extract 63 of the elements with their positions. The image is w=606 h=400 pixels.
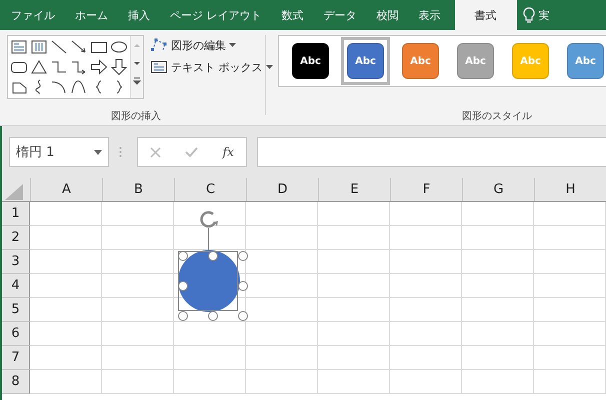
- row-header[interactable]: 6: [2, 322, 30, 346]
- dropdown-caret-icon: [94, 150, 102, 154]
- tell-me-field[interactable]: 実: [536, 8, 552, 22]
- right-arrow-icon[interactable]: [90, 58, 108, 76]
- row-header[interactable]: 5: [2, 298, 30, 322]
- group-label: 図形のスタイル: [462, 110, 532, 123]
- style-option[interactable]: Abc: [341, 37, 390, 85]
- text-box-button[interactable]: テキスト ボックス: [171, 60, 262, 74]
- ribbon-tab[interactable]: ページ レイアウト: [160, 0, 272, 30]
- down-arrow-icon[interactable]: [110, 58, 128, 76]
- caret-icon: [266, 65, 272, 69]
- style-swatch: Abc: [347, 43, 384, 79]
- resize-handle[interactable]: [178, 311, 188, 321]
- style-swatch: Abc: [292, 43, 329, 79]
- rotation-line: [208, 228, 209, 250]
- ribbon-tab[interactable]: 挿入: [118, 0, 160, 30]
- ribbon-tab[interactable]: ファイル: [1, 0, 65, 30]
- row-header[interactable]: 8: [2, 370, 30, 394]
- textbox-icon[interactable]: [10, 38, 28, 56]
- ribbon-tab[interactable]: 数式: [272, 0, 314, 30]
- style-option[interactable]: Abc: [286, 37, 335, 85]
- triangle-icon[interactable]: [30, 58, 48, 76]
- group-label: 図形の挿入: [111, 110, 161, 123]
- ribbon-tab[interactable]: データ: [314, 0, 366, 30]
- column-header[interactable]: G: [463, 178, 535, 201]
- formula-input[interactable]: [257, 137, 606, 167]
- resize-handle[interactable]: [238, 251, 248, 261]
- row-header[interactable]: 2: [2, 226, 30, 250]
- lightbulb-icon: [522, 7, 534, 23]
- checkmark-icon[interactable]: [185, 147, 198, 157]
- style-swatch: Abc: [567, 43, 604, 79]
- rotate-handle-icon[interactable]: [199, 210, 219, 228]
- ribbon-tab[interactable]: 表示: [408, 0, 450, 30]
- column-header[interactable]: D: [247, 178, 319, 201]
- row-header[interactable]: 1: [2, 202, 30, 226]
- curve-icon[interactable]: [70, 78, 88, 96]
- row-header[interactable]: 3: [2, 250, 30, 274]
- ribbon-tab[interactable]: ホーム: [65, 0, 118, 30]
- grip-icon: [119, 146, 122, 158]
- caret-icon: [229, 43, 236, 47]
- column-header[interactable]: B: [103, 178, 175, 201]
- column-header[interactable]: A: [31, 178, 103, 201]
- row-header[interactable]: 7: [2, 346, 30, 370]
- column-header[interactable]: H: [535, 178, 606, 201]
- style-swatch: Abc: [512, 43, 549, 79]
- edit-points-icon: [150, 37, 168, 53]
- ribbon-tab[interactable]: 書式: [454, 0, 516, 30]
- resize-handle[interactable]: [208, 311, 218, 321]
- textbox-icon: [150, 59, 168, 75]
- name-box[interactable]: 楕円 1: [9, 137, 109, 167]
- vertical-textbox-icon[interactable]: [30, 38, 48, 56]
- insert-function-button[interactable]: fx: [222, 145, 234, 159]
- row-header[interactable]: 4: [2, 274, 30, 298]
- column-header[interactable]: F: [391, 178, 463, 201]
- resize-handle[interactable]: [238, 311, 248, 321]
- line-icon[interactable]: [50, 38, 68, 56]
- style-swatch: Abc: [402, 43, 439, 79]
- ribbon-tab[interactable]: 校閲: [366, 0, 408, 30]
- column-header[interactable]: C: [175, 178, 247, 201]
- style-swatch: Abc: [457, 43, 494, 79]
- resize-handle[interactable]: [238, 281, 248, 291]
- edit-shape-button[interactable]: 図形の編集: [171, 38, 226, 52]
- column-header[interactable]: E: [319, 178, 391, 201]
